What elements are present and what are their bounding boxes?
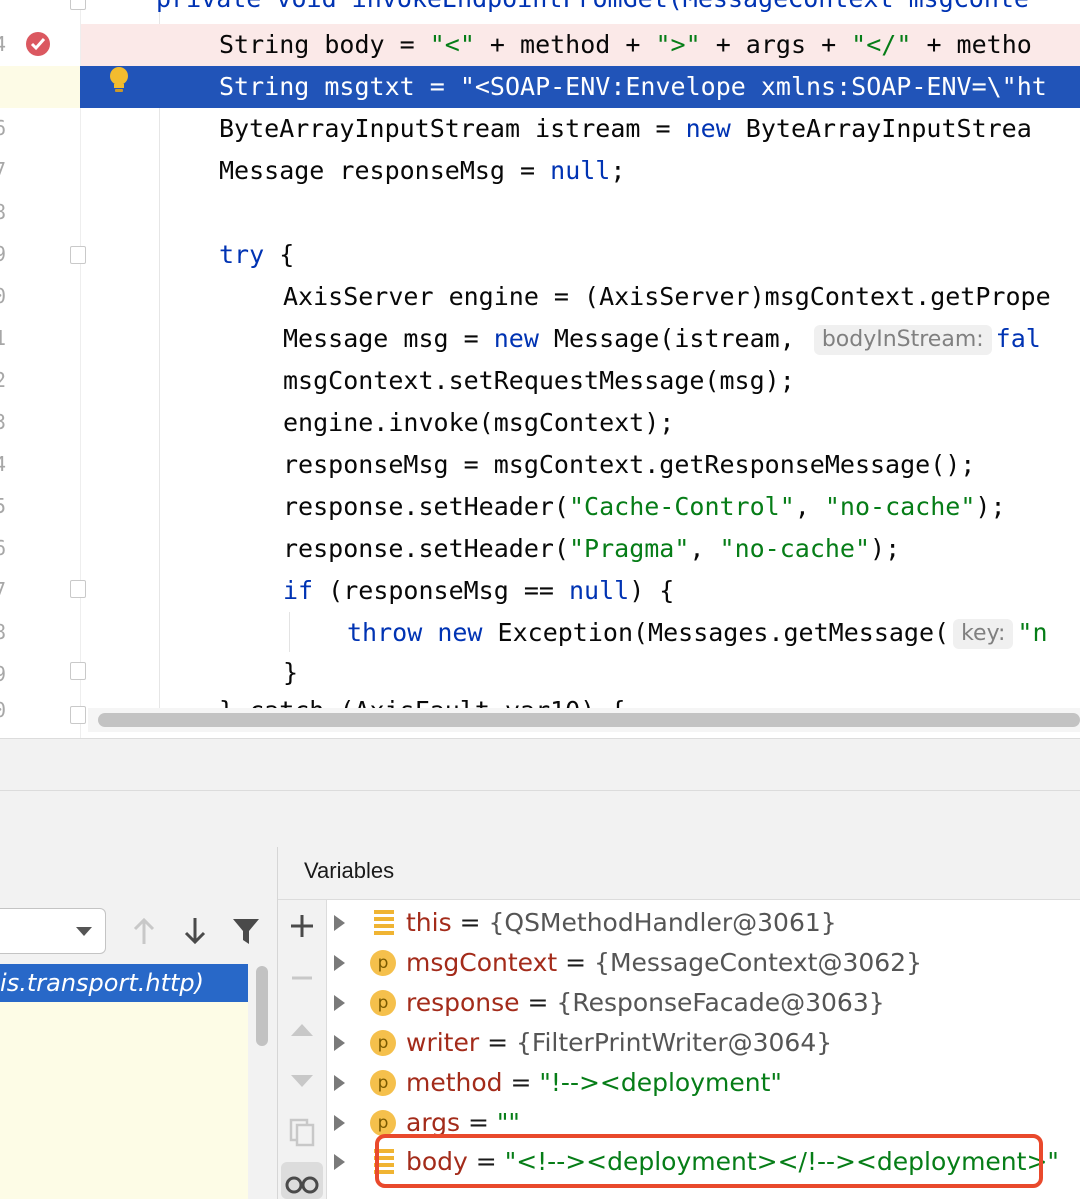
code-line[interactable]: response.setHeader("Cache-Control", "no-… (0, 486, 1080, 528)
expand-arrow-icon[interactable] (334, 915, 345, 931)
code-line[interactable]: if (responseMsg == null) { (0, 570, 1080, 612)
intention-bulb-icon[interactable] (108, 66, 130, 94)
code-line[interactable]: try { (0, 234, 1080, 276)
remove-watch-icon[interactable] (284, 960, 320, 996)
variable-row[interactable]: p method = "!--><deployment" (330, 1063, 1080, 1103)
code-line[interactable]: msgContext.setRequestMessage(msg); (0, 360, 1080, 402)
move-up-icon[interactable] (284, 1012, 320, 1048)
parameter-hint: key: (953, 619, 1014, 649)
debug-tab-strip (0, 790, 1080, 848)
expand-arrow-icon[interactable] (334, 1154, 345, 1170)
code-line[interactable]: AxisServer engine = (AxisServer)msgConte… (0, 276, 1080, 318)
parameter-hint: bodyInStream: (813, 325, 992, 355)
glasses-icon (285, 1176, 319, 1194)
variables-title: Variables (304, 858, 395, 883)
parameter-icon: p (370, 1110, 396, 1136)
copy-icon[interactable] (284, 1114, 320, 1150)
code-text: String msgtxt = "<SOAP-ENV:Envelope xmln… (219, 72, 1047, 101)
expand-arrow-icon[interactable] (334, 995, 345, 1011)
expand-arrow-icon[interactable] (334, 1115, 345, 1131)
code-editor[interactable]: 4 5 6 7 8 9 0 1 2 3 4 5 6 7 8 9 0 privat… (0, 0, 1080, 738)
field-lines-icon (374, 910, 394, 936)
code-line[interactable]: ByteArrayInputStream istream = new ByteA… (0, 108, 1080, 150)
variable-row[interactable]: p writer = {FilterPrintWriter@3064} (330, 1023, 1080, 1063)
debug-toolbar (0, 738, 1080, 791)
breakpoint-line[interactable]: String body = "<" + method + ">" + args … (81, 24, 1080, 66)
chevron-down-icon[interactable] (76, 927, 92, 936)
show-values-toggle[interactable] (281, 1162, 323, 1199)
line-number: 8 (0, 200, 7, 224)
filter-icon[interactable] (230, 914, 262, 948)
parameter-icon: p (370, 1070, 396, 1096)
add-watch-icon[interactable] (284, 908, 320, 944)
horizontal-scrollbar-thumb[interactable] (98, 713, 1080, 727)
expand-arrow-icon[interactable] (334, 1035, 345, 1051)
variables-toolbar (278, 900, 327, 1199)
variables-header (278, 847, 1080, 900)
selected-frame[interactable]: is.transport.http) (0, 964, 248, 1002)
highlight-box (375, 1134, 1043, 1188)
arrow-down-icon[interactable] (179, 914, 211, 948)
code-line[interactable]: responseMsg = msgContext.getResponseMess… (0, 444, 1080, 486)
frame-list-scrollbar[interactable] (256, 966, 268, 1046)
arrow-up-icon[interactable] (128, 914, 160, 948)
parameter-icon: p (370, 990, 396, 1016)
line-number: 4 (0, 32, 7, 56)
parameter-icon: p (370, 1030, 396, 1056)
gutter-current-line (0, 66, 80, 108)
code-line[interactable]: throw new Exception(Messages.getMessage(… (0, 612, 1080, 654)
variable-row[interactable]: p msgContext = {MessageContext@3062} (330, 943, 1080, 983)
code-line[interactable]: response.setHeader("Pragma", "no-cache")… (0, 528, 1080, 570)
expand-arrow-icon[interactable] (334, 1075, 345, 1091)
code-line[interactable]: Message responseMsg = null; (0, 150, 1080, 192)
code-line[interactable]: private void invokeEndpointFromGet(Messa… (0, 0, 1080, 20)
expand-arrow-icon[interactable] (334, 955, 345, 971)
code-text: private void invokeEndpointFromGet(Messa… (156, 0, 1029, 13)
code-line[interactable]: } (0, 652, 1080, 694)
code-line[interactable]: engine.invoke(msgContext); (0, 402, 1080, 444)
variable-row[interactable]: p response = {ResponseFacade@3063} (330, 983, 1080, 1023)
variable-row[interactable]: this = {QSMethodHandler@3061} (330, 903, 1080, 943)
code-line[interactable]: Message msg = new Message(istream, bodyI… (0, 318, 1080, 360)
move-down-icon[interactable] (284, 1062, 320, 1098)
parameter-icon: p (370, 950, 396, 976)
breakpoint-check-icon[interactable] (26, 32, 50, 56)
execution-point-line[interactable]: String msgtxt = "<SOAP-ENV:Envelope xmln… (0, 66, 1080, 108)
